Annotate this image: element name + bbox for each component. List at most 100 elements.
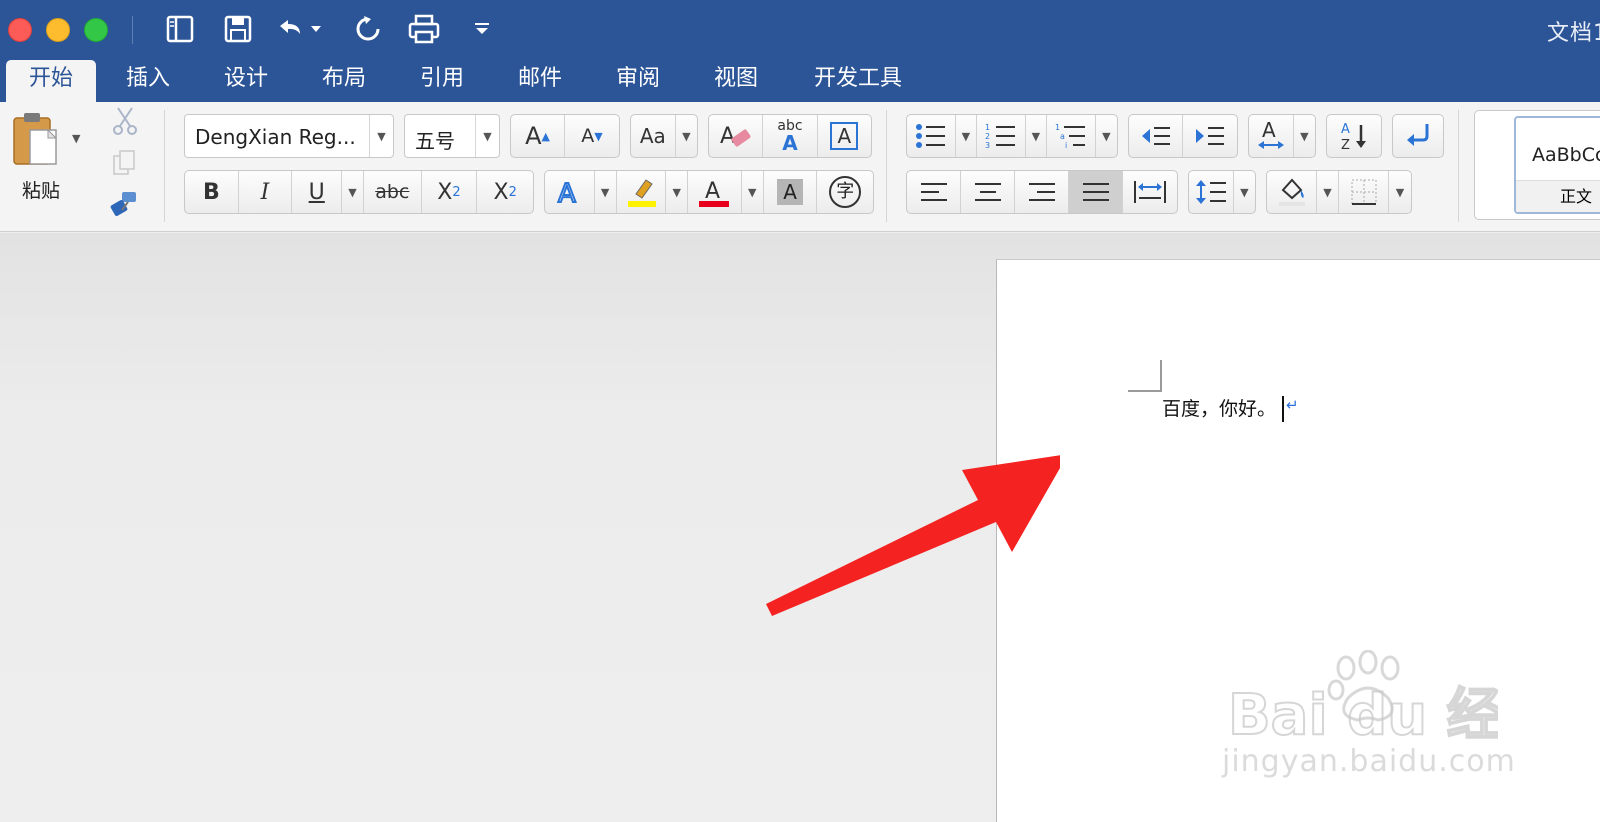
italic-button[interactable]: I <box>239 171 293 213</box>
character-border-button[interactable]: A <box>818 115 871 157</box>
chevron-down-icon[interactable]: ▼ <box>666 171 689 213</box>
align-center-button[interactable] <box>961 171 1015 213</box>
change-case-button[interactable]: Aa <box>631 115 676 157</box>
tab-developer[interactable]: 开发工具 <box>796 60 920 102</box>
tab-view[interactable]: 视图 <box>698 60 774 102</box>
tab-home[interactable]: 开始 <box>6 60 96 102</box>
line-spacing-button[interactable] <box>1189 171 1234 213</box>
title-bar: 文档1 <box>0 0 1600 56</box>
close-window-button[interactable] <box>8 18 32 42</box>
align-right-button[interactable] <box>1015 171 1069 213</box>
alignment-group <box>906 170 1178 214</box>
bold-button[interactable]: B <box>185 171 239 213</box>
print-icon[interactable] <box>404 12 444 46</box>
highlighter-icon <box>627 179 656 207</box>
eraser-icon: A <box>720 124 751 149</box>
svg-text:a: a <box>1060 132 1065 141</box>
redo-icon[interactable] <box>350 12 386 46</box>
justify-icon <box>1082 183 1109 201</box>
bullets-button[interactable] <box>907 115 956 157</box>
chevron-down-icon[interactable]: ▼ <box>1317 171 1339 213</box>
chevron-down-icon[interactable]: ▼ <box>595 171 617 213</box>
shrink-font-button[interactable]: A ▼ <box>565 115 619 157</box>
distributed-button[interactable] <box>1123 171 1177 213</box>
highlight-color-button[interactable] <box>617 171 667 213</box>
tab-review[interactable]: 审阅 <box>600 60 676 102</box>
chevron-down-icon[interactable]: ▼ <box>1389 171 1411 213</box>
enclose-characters-button[interactable]: 字 <box>817 171 873 213</box>
numbering-button[interactable]: 123 <box>977 115 1026 157</box>
text-effects-button[interactable]: A <box>545 171 595 213</box>
svg-text:1: 1 <box>985 123 990 132</box>
minimize-window-button[interactable] <box>46 18 70 42</box>
tab-mailings[interactable]: 邮件 <box>502 60 578 102</box>
chevron-down-icon[interactable]: ▼ <box>676 115 697 157</box>
chevron-down-icon[interactable]: ▼ <box>1026 115 1048 157</box>
chevron-down-icon[interactable]: ▼ <box>1294 115 1315 157</box>
svg-text:A: A <box>1262 119 1276 142</box>
list-group: ▼ 123 ▼ 1ai ▼ <box>906 114 1118 158</box>
undo-dropdown-icon[interactable] <box>306 12 326 46</box>
chevron-down-icon[interactable]: ▼ <box>742 171 764 213</box>
borders-button[interactable] <box>1339 171 1389 213</box>
tab-design[interactable]: 设计 <box>208 60 284 102</box>
chevron-down-icon[interactable]: ▼ <box>1096 115 1117 157</box>
clear-formatting-button[interactable]: A <box>709 115 764 157</box>
multilevel-list-button[interactable]: 1ai <box>1047 115 1096 157</box>
svg-text:3: 3 <box>985 141 990 149</box>
decrease-indent-button[interactable] <box>1129 115 1184 157</box>
font-family-select[interactable]: DengXian Reg... ▼ <box>184 114 394 158</box>
style-normal[interactable]: AaBbCc 正文 <box>1514 116 1600 214</box>
ribbon-tab-bar: 开始 插入 设计 布局 引用 邮件 审阅 视图 开发工具 <box>0 56 1600 102</box>
chevron-down-icon[interactable]: ▼ <box>369 115 393 157</box>
tab-references[interactable]: 引用 <box>404 60 480 102</box>
underline-button[interactable]: U <box>292 171 343 213</box>
font-style-group: B I U ▼ abc X2 X2 <box>184 170 534 214</box>
undo-icon[interactable] <box>272 12 308 46</box>
maximize-window-button[interactable] <box>84 18 108 42</box>
decrease-indent-icon <box>1141 127 1170 145</box>
borders-icon <box>1351 179 1376 205</box>
text-effects-icon: A <box>557 178 577 207</box>
baidu-paw-watermark: Bai du 经验 <box>1228 650 1498 742</box>
save-icon[interactable] <box>220 12 256 46</box>
watermark-brand: Bai du 经验 <box>1228 683 1498 742</box>
customize-toolbar-icon[interactable] <box>464 12 500 46</box>
align-center-icon <box>974 183 1001 201</box>
tab-layout[interactable]: 布局 <box>306 60 382 102</box>
margin-corner-mark <box>1128 360 1162 392</box>
paste-label: 粘贴 <box>22 180 61 202</box>
paste-dropdown-icon[interactable]: ▼ <box>72 132 80 145</box>
font-color-button[interactable]: A <box>688 171 742 213</box>
cut-icon[interactable] <box>110 106 140 140</box>
increase-indent-button[interactable] <box>1183 115 1237 157</box>
tab-insert[interactable]: 插入 <box>110 60 186 102</box>
font-color-group: A ▼ ▼ A ▼ A 字 <box>544 170 874 214</box>
svg-text:1: 1 <box>1055 123 1060 132</box>
superscript-button[interactable]: X2 <box>477 171 533 213</box>
show-formatting-marks-button[interactable] <box>1393 115 1443 157</box>
shading-button[interactable] <box>1267 171 1317 213</box>
subscript-button[interactable]: X2 <box>422 171 478 213</box>
chevron-down-icon[interactable]: ▼ <box>956 115 978 157</box>
font-size-select[interactable]: 五号 ▼ <box>404 114 500 158</box>
chevron-down-icon[interactable]: ▼ <box>475 115 499 157</box>
chevron-down-icon[interactable]: ▼ <box>1234 171 1255 213</box>
strikethrough-button[interactable]: abc <box>364 171 422 213</box>
justify-button[interactable] <box>1069 171 1123 213</box>
character-shading-button[interactable]: A <box>764 171 818 213</box>
align-left-button[interactable] <box>907 171 961 213</box>
grow-font-button[interactable]: A ▲ <box>511 115 566 157</box>
chevron-down-icon[interactable]: ▼ <box>342 171 364 213</box>
sort-button[interactable]: AZ <box>1327 115 1381 157</box>
svg-text:Z: Z <box>1341 138 1350 153</box>
copy-icon[interactable] <box>112 148 138 182</box>
paste-button[interactable] <box>10 110 60 174</box>
document-body-text[interactable]: 百度，你好。 <box>1162 394 1276 421</box>
style-sample-text: AaBbCc <box>1532 144 1600 166</box>
phonetic-guide-button[interactable]: abc A <box>763 115 818 157</box>
sidebar-toggle-icon[interactable] <box>162 12 198 46</box>
svg-text:i: i <box>1065 141 1067 149</box>
format-painter-icon[interactable] <box>108 190 140 224</box>
asian-layout-button[interactable]: A <box>1249 115 1294 157</box>
